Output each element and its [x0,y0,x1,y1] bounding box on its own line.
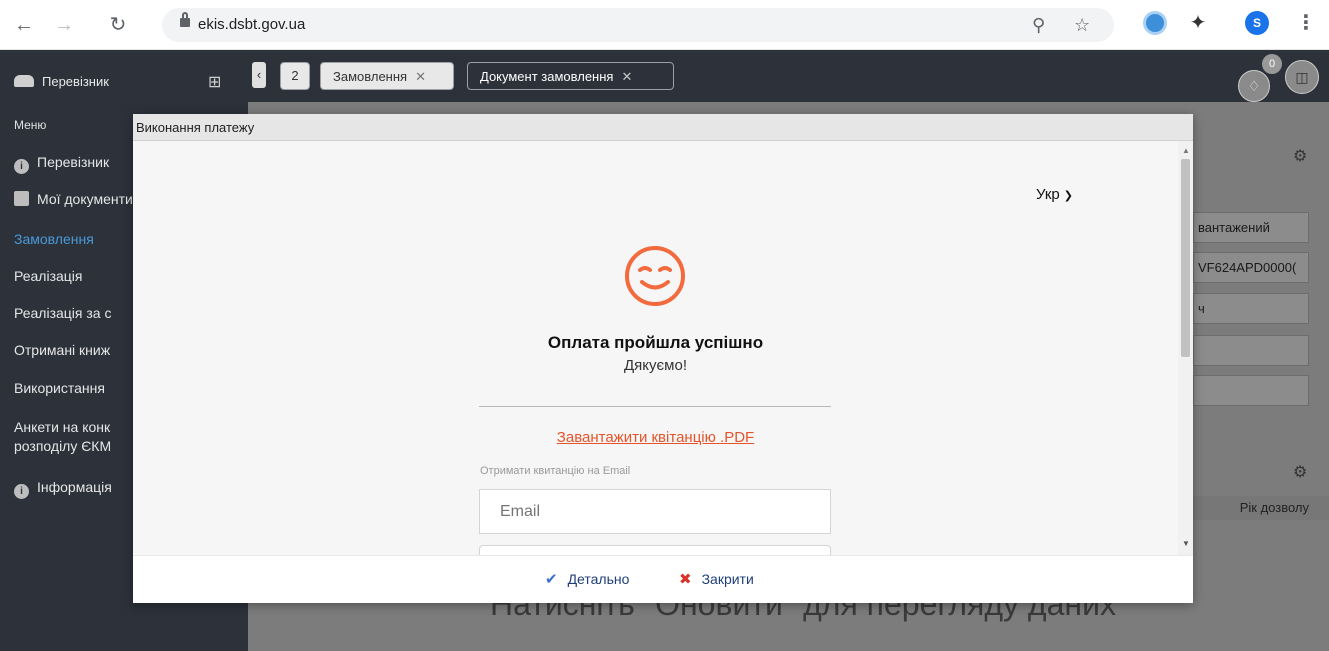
info-icon: i [14,484,29,499]
sidebar-item-information[interactable]: i Інформація [14,479,134,499]
send-receipt-control[interactable] [479,545,831,555]
scroll-down-icon[interactable]: ▼ [1182,539,1190,548]
notifications-bell-icon[interactable]: ♢ [1238,70,1270,102]
chevron-down-icon: ❯ [1063,190,1073,202]
forward-icon[interactable]: → [50,11,78,39]
modal-title: Виконання платежу [136,120,255,135]
url-text[interactable]: ekis.dsbt.gov.ua [198,16,305,33]
sidebar-item-usage[interactable]: Використання [14,380,134,396]
sidebar-item-questionnaires[interactable]: Анкети на конк [14,419,134,435]
background-field-4 [1193,335,1309,366]
details-button[interactable]: ✔ Детально [545,570,629,588]
background-field-3: ч [1193,293,1309,324]
email-field[interactable] [479,489,831,534]
address-bar[interactable]: ekis.dsbt.gov.ua ⚲ ☆ [162,8,1114,42]
briefcase-icon [14,191,29,206]
tab-count-badge[interactable]: 2 [280,62,310,90]
modal-header: Виконання платежу [133,114,1193,141]
payment-modal: Виконання платежу Укр ❯ Оплата пройшла ус… [133,114,1193,603]
close-x-icon: ✖ [679,571,692,588]
user-avatar[interactable]: ◫ [1285,60,1319,94]
download-receipt-pdf-link[interactable]: Завантажити квітанцію .PDF [133,429,1178,446]
language-selector[interactable]: Укр ❯ [1036,186,1073,203]
sidebar-item-received-books[interactable]: Отримані книж [14,342,134,358]
sidebar-item-sales-by[interactable]: Реалізація за с [14,305,134,321]
layout-grid-icon[interactable]: ⊞ [208,72,221,92]
background-field-5 [1193,375,1309,406]
modal-body: Укр ❯ Оплата пройшла успішно Дякуємо! Зав… [133,141,1193,555]
tab-orders[interactable]: Замовлення ✕ [320,62,454,90]
lock-icon [180,12,190,27]
back-icon[interactable]: ← [10,11,38,39]
scroll-thumb[interactable] [1181,159,1190,357]
sidebar-item-orders[interactable]: Замовлення [14,231,134,247]
sidebar-brand[interactable]: Перевізник [14,74,109,89]
bookmark-star-icon[interactable]: ☆ [1074,15,1090,36]
info-icon: i [14,159,29,174]
close-tab-icon[interactable]: ✕ [621,69,632,84]
sidebar-item-sales[interactable]: Реалізація [14,268,134,284]
smiley-face-icon [625,246,685,306]
close-tab-icon[interactable]: ✕ [415,69,426,84]
thanks-text: Дякуємо! [624,357,687,374]
close-button[interactable]: ✖ Закрити [679,570,754,588]
column-header-permit-year: Рік дозволу [1193,496,1329,520]
reload-icon[interactable]: ↻ [104,11,132,39]
divider [479,406,831,407]
menu-label: Меню [14,118,47,132]
background-field-1: вантажений [1193,212,1309,243]
double-check-icon: ✔ [545,571,558,588]
notifications-count-badge: 0 [1262,54,1282,74]
profile-avatar[interactable]: S [1245,11,1269,35]
sidebar-item-carrier[interactable]: i Перевізник [14,154,134,174]
settings-gear-icon[interactable]: ⚙ [1293,462,1307,482]
extension-icon[interactable] [1143,11,1167,35]
key-icon[interactable]: ⚲ [1032,15,1045,36]
browser-toolbar: ← → ↻ ekis.dsbt.gov.ua ⚲ ☆ ✦ S ⋮ [0,0,1329,50]
scroll-up-icon[interactable]: ▲ [1182,146,1190,155]
browser-menu-icon[interactable]: ⋮ [1296,10,1316,35]
tab-order-document[interactable]: Документ замовлення ✕ [467,62,674,90]
sidebar-item-my-documents[interactable]: Мої документи [14,191,134,207]
email-receipt-label: Отримати квитанцію на Email [480,465,631,477]
payment-success-title: Оплата пройшла успішно [547,333,764,352]
background-field-2: VF624APD0000( [1193,252,1309,283]
users-gear-icon [14,75,34,87]
settings-gear-icon[interactable]: ⚙ [1293,146,1307,166]
sidebar-item-questionnaires-line2[interactable]: розподілу ЄКМ [14,438,134,454]
modal-footer: ✔ Детально ✖ Закрити [133,555,1193,603]
collapse-sidebar-button[interactable]: ‹ [252,62,266,88]
modal-scrollbar[interactable]: ▲ ▼ [1178,141,1193,555]
extensions-puzzle-icon[interactable]: ✦ [1186,11,1210,35]
